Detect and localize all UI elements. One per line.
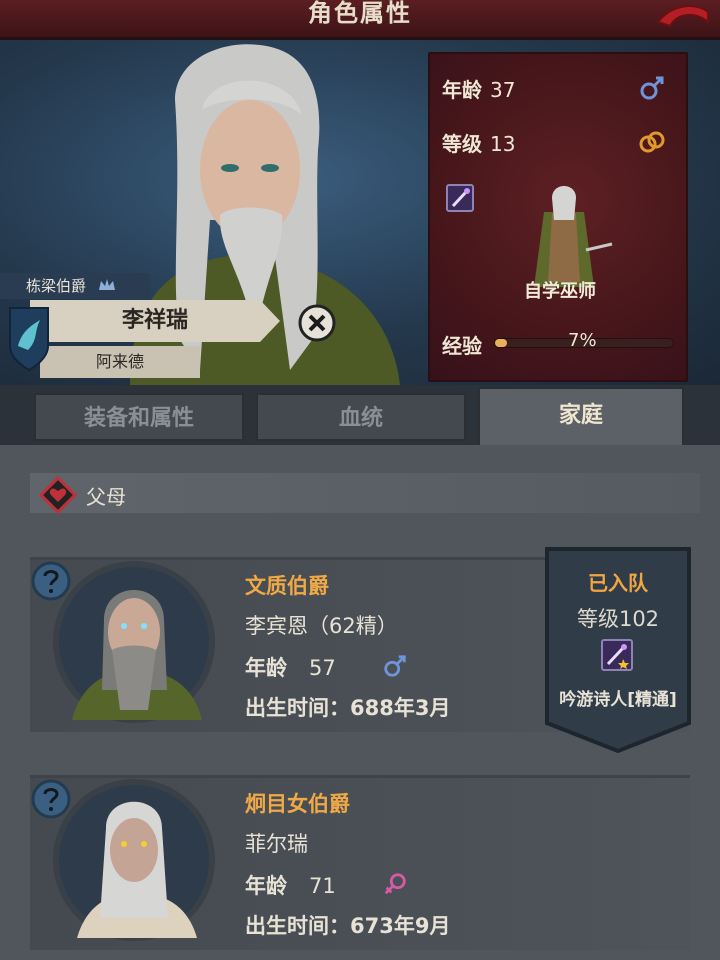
exp-bar-fill [495,339,508,347]
party-status: 已入队 [588,571,648,595]
crown-icon [99,279,115,290]
age-stat: 年龄 37 [442,74,515,103]
female-icon [384,873,406,895]
party-level: 等级102 [576,607,660,631]
member-age-label: 年龄 [245,874,287,898]
age-label: 年龄 [442,78,482,102]
help-icon[interactable] [30,560,72,602]
stats-panel: 年龄 37 等级 13 自学巫师 经验 7% [428,52,688,382]
male-icon [384,655,406,677]
level-stat: 等级 13 [442,128,515,157]
character-sub-name: 阿来德 [40,346,200,378]
character-name[interactable]: 李祥瑞 [30,300,280,342]
member-age: 年龄 57 [245,652,336,682]
back-arrow-icon[interactable] [652,0,712,32]
tab-equipment[interactable]: 装备和属性 [34,393,244,441]
tab-bloodline[interactable]: 血统 [256,393,466,441]
member-title: 炯目女伯爵 [245,792,350,816]
parents-section-title: 父母 [86,485,126,509]
party-class: 吟游诗人[精通] [559,690,677,710]
tab-family[interactable]: 家庭 [478,387,684,445]
level-label: 等级 [442,132,482,156]
member-age-value: 71 [309,874,336,898]
family-member-card[interactable]: 炯目女伯爵 菲尔瑞 年龄 71 出生时间：673年9月 [30,775,690,950]
help-icon[interactable] [30,778,72,820]
member-name: 李宾恩（62精） [245,614,398,638]
party-banner[interactable]: 已入队 等级102 吟游诗人[精通] [543,545,693,753]
mother-portrait [53,779,215,941]
member-title: 文质伯爵 [245,574,329,598]
member-birth: 出生时间：688年3月 [245,696,451,720]
age-value: 37 [490,78,516,102]
close-icon[interactable] [297,303,337,343]
member-age: 年龄 71 [245,870,336,900]
ring-icon[interactable] [638,128,666,156]
dragon-shield-icon [9,307,49,372]
noble-title: 栋梁伯爵 [0,273,150,299]
exp-label: 经验 [442,334,482,358]
exp-percent: 7% [568,330,597,351]
class-label: 自学巫师 [524,281,596,302]
tab-bar: 装备和属性 血统 家庭 [0,385,720,445]
male-icon [640,76,664,100]
page-title: 角色属性 [308,0,412,27]
wand-skill-icon [601,639,633,671]
header-bar: 角色属性 [0,0,720,40]
parents-section-header [30,473,700,513]
member-name: 菲尔瑞 [245,832,308,856]
member-birth: 出生时间：673年9月 [245,914,451,938]
member-age-value: 57 [309,656,336,680]
wand-skill-icon[interactable] [446,184,474,212]
heart-icon [38,475,78,515]
member-age-label: 年龄 [245,656,287,680]
level-value: 13 [490,132,516,156]
father-portrait [53,561,215,723]
